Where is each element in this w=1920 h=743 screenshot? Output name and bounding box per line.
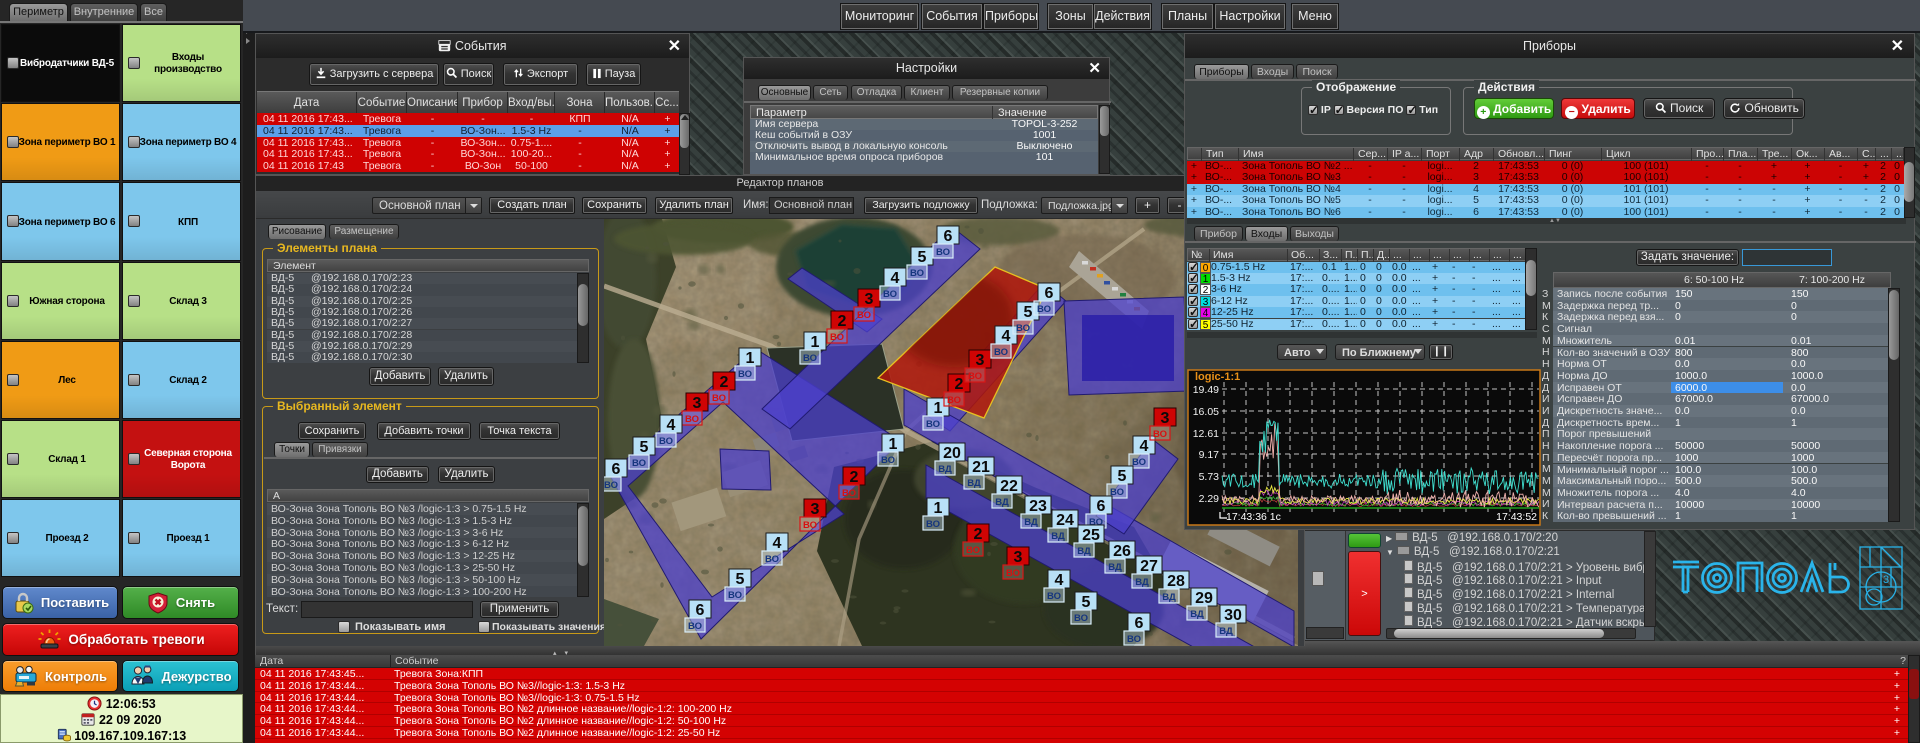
svg-text:2: 2 — [838, 313, 847, 330]
svg-text:ВД: ВД — [967, 478, 981, 489]
svg-text:22: 22 — [1000, 478, 1018, 495]
svg-text:6: 6 — [696, 602, 705, 619]
svg-text:30: 30 — [1224, 607, 1242, 624]
svg-text:ВО: ВО — [803, 353, 817, 364]
svg-text:3: 3 — [976, 352, 985, 369]
svg-text:ВО: ВО — [1074, 613, 1088, 624]
svg-text:ВД: ВД — [1051, 531, 1065, 542]
svg-text:3: 3 — [693, 395, 702, 412]
svg-text:25: 25 — [1082, 527, 1100, 544]
svg-text:ВО: ВО — [926, 419, 940, 430]
svg-text:3: 3 — [1883, 574, 1889, 586]
svg-text:ВО: ВО — [857, 310, 871, 321]
svg-text:2: 2 — [850, 469, 859, 486]
svg-text:ВО: ВО — [881, 455, 895, 466]
svg-text:ВД: ВД — [1219, 626, 1233, 637]
svg-text:ВО: ВО — [765, 554, 779, 565]
svg-text:ВО: ВО — [1006, 568, 1020, 579]
svg-text:ВО: ВО — [1047, 591, 1061, 602]
svg-text:28: 28 — [1167, 573, 1185, 590]
svg-text:4: 4 — [773, 535, 782, 552]
svg-text:ВО: ВО — [830, 332, 844, 343]
svg-text:5: 5 — [1024, 304, 1033, 321]
svg-text:ВД: ВД — [995, 497, 1009, 508]
svg-text:ВД: ВД — [1024, 517, 1038, 528]
svg-text:ВО: ВО — [738, 369, 752, 380]
svg-text:ВО: ВО — [994, 347, 1008, 358]
svg-text:23: 23 — [1029, 498, 1047, 515]
svg-text:5: 5 — [736, 571, 745, 588]
svg-text:6: 6 — [612, 461, 621, 478]
svg-text:17:43:36 1c: 17:43:36 1c — [1226, 511, 1281, 523]
svg-text:1: 1 — [811, 334, 820, 351]
svg-text:19.49: 19.49 — [1193, 384, 1219, 396]
svg-text:1: 1 — [746, 350, 755, 367]
svg-text:ВД: ВД — [1108, 562, 1122, 573]
svg-text:logic-1:1: logic-1:1 — [1195, 371, 1240, 383]
svg-text:ВО: ВО — [604, 480, 618, 491]
svg-text:ВО: ВО — [659, 436, 673, 447]
svg-text:4: 4 — [891, 270, 900, 287]
svg-text:4: 4 — [1055, 572, 1064, 589]
svg-text:4: 4 — [1002, 328, 1011, 345]
svg-text:ВД: ВД — [1190, 609, 1204, 620]
svg-text:ВО: ВО — [712, 393, 726, 404]
svg-text:5: 5 — [1118, 468, 1127, 485]
svg-text:ВО: ВО — [926, 519, 940, 530]
svg-text:5: 5 — [640, 439, 649, 456]
svg-text:ВД: ВД — [1135, 577, 1149, 588]
svg-text:ВО: ВО — [842, 488, 856, 499]
svg-text:ВО: ВО — [632, 458, 646, 469]
svg-text:2: 2 — [720, 374, 729, 391]
svg-text:3: 3 — [865, 291, 874, 308]
svg-text:2.29: 2.29 — [1199, 493, 1220, 505]
svg-text:ВД: ВД — [938, 464, 952, 475]
svg-text:4: 4 — [667, 417, 676, 434]
svg-text:6: 6 — [1135, 615, 1144, 632]
svg-text:16.05: 16.05 — [1193, 406, 1219, 418]
svg-text:ВО: ВО — [728, 590, 742, 601]
svg-text:ВО: ВО — [883, 289, 897, 300]
svg-text:ВО: ВО — [1132, 457, 1146, 468]
svg-text:5: 5 — [1082, 594, 1091, 611]
svg-text:1: 1 — [934, 500, 943, 517]
svg-text:ВО: ВО — [1037, 304, 1051, 315]
svg-text:ВО: ВО — [688, 621, 702, 632]
svg-text:12.61: 12.61 — [1193, 428, 1219, 440]
svg-text:ВО: ВО — [947, 395, 961, 406]
svg-text:6: 6 — [1097, 498, 1106, 515]
svg-text:20: 20 — [943, 445, 961, 462]
svg-text:6: 6 — [944, 228, 953, 245]
svg-text:ВО: ВО — [910, 268, 924, 279]
svg-text:6: 6 — [1045, 285, 1054, 302]
svg-text:3: 3 — [811, 501, 820, 518]
svg-text:ВО: ВО — [803, 520, 817, 531]
svg-text:3: 3 — [1014, 549, 1023, 566]
svg-text:5: 5 — [918, 249, 927, 266]
svg-text:21: 21 — [972, 459, 990, 476]
svg-text:26: 26 — [1113, 543, 1131, 560]
svg-text:ВД: ВД — [1162, 592, 1176, 603]
svg-text:ВО: ВО — [966, 545, 980, 556]
svg-text:ВО: ВО — [1127, 634, 1141, 645]
svg-text:2: 2 — [955, 376, 964, 393]
svg-text:1: 1 — [889, 436, 898, 453]
svg-text:4: 4 — [1140, 438, 1149, 455]
svg-text:2: 2 — [974, 526, 983, 543]
svg-text:24: 24 — [1056, 512, 1074, 529]
svg-text:ВД: ВД — [1077, 546, 1091, 557]
svg-text:ВО: ВО — [1153, 429, 1167, 440]
svg-text:5.73: 5.73 — [1199, 471, 1220, 483]
svg-text:ВО: ВО — [1016, 323, 1030, 334]
svg-text:9.17: 9.17 — [1199, 449, 1220, 461]
svg-text:27: 27 — [1140, 558, 1158, 575]
svg-text:1: 1 — [934, 400, 943, 417]
svg-text:ВО: ВО — [936, 247, 950, 258]
svg-text:29: 29 — [1195, 590, 1213, 607]
svg-text:3: 3 — [1161, 410, 1170, 427]
svg-text:17:43:52: 17:43:52 — [1496, 511, 1537, 523]
svg-text:ВО: ВО — [968, 371, 982, 382]
svg-text:ВО: ВО — [685, 414, 699, 425]
